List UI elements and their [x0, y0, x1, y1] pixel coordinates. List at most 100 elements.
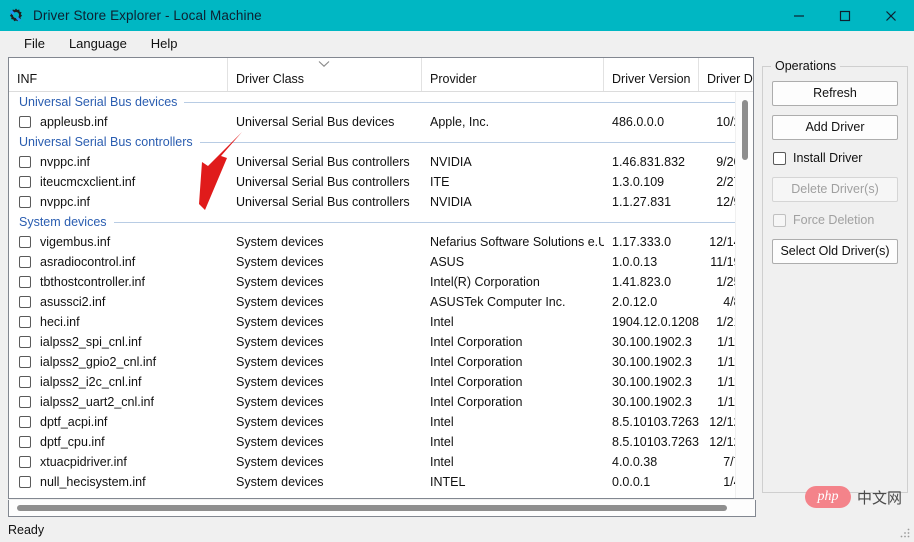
cell-driver-version: 1.0.0.13: [612, 255, 658, 269]
cell-driver-class: System devices: [236, 395, 324, 409]
menu-item-file[interactable]: File: [12, 33, 57, 54]
add-driver-button[interactable]: Add Driver: [772, 115, 898, 140]
list-group-header[interactable]: Universal Serial Bus controllers: [9, 132, 753, 152]
row-checkbox[interactable]: [19, 456, 31, 468]
cell-provider: ASUS: [430, 255, 465, 269]
row-checkbox[interactable]: [19, 236, 31, 248]
table-row[interactable]: ialpss2_gpio2_cnl.inf System devices Intel…: [9, 352, 753, 372]
install-driver-checkbox-box: [773, 151, 786, 165]
row-checkbox[interactable]: [19, 276, 31, 288]
row-checkbox[interactable]: [19, 196, 31, 208]
close-button[interactable]: [868, 0, 914, 31]
cell-driver-version: 30.100.1902.3: [612, 355, 692, 369]
row-checkbox[interactable]: [19, 416, 31, 428]
force-deletion-checkbox-box: [773, 213, 786, 227]
column-header-driver-version[interactable]: Driver Version: [604, 58, 699, 91]
table-row[interactable]: nvppc.inf Universal Serial Bus controller…: [9, 152, 753, 172]
cell-provider: Intel: [430, 455, 454, 469]
window-controls: [776, 0, 914, 31]
close-icon: [886, 10, 896, 21]
column-header-provider[interactable]: Provider: [422, 58, 604, 91]
row-checkbox[interactable]: [19, 296, 31, 308]
cell-inf-label: vigembus.inf: [40, 235, 111, 249]
table-row[interactable]: xtuacpidriver.inf System devices Intel 4.0.…: [9, 452, 753, 472]
table-row[interactable]: iteucmcxclient.inf Universal Serial Bus c…: [9, 172, 753, 192]
row-checkbox[interactable]: [19, 256, 31, 268]
table-row[interactable]: null_hecisystem.inf System devices INTEL 0.…: [9, 472, 753, 492]
cell-inf-label: appleusb.inf: [40, 115, 108, 129]
row-checkbox[interactable]: [19, 156, 31, 168]
cell-driver-class: System devices: [236, 255, 324, 269]
install-driver-checkbox[interactable]: Install Driver: [773, 149, 898, 167]
table-row[interactable]: asussci2.inf System devices ASUSTek Comput…: [9, 292, 753, 312]
horizontal-scrollbar-area: [0, 499, 914, 517]
row-checkbox[interactable]: [19, 436, 31, 448]
list-group-divider: [199, 141, 753, 143]
select-old-drivers-button[interactable]: Select Old Driver(s): [772, 239, 898, 264]
cell-driver-class: System devices: [236, 435, 324, 449]
cell-driver-class: System devices: [236, 415, 324, 429]
minimize-button[interactable]: [776, 0, 822, 31]
maximize-icon: [839, 10, 851, 21]
vertical-scrollbar[interactable]: [735, 92, 753, 498]
delete-drivers-button[interactable]: Delete Driver(s): [772, 177, 898, 202]
cell-driver-version: 4.0.0.38: [612, 455, 658, 469]
cell-inf-label: ialpss2_uart2_cnl.inf: [40, 395, 154, 409]
cell-driver-class: Universal Serial Bus controllers: [236, 175, 410, 189]
column-header-driver-class[interactable]: Driver Class: [228, 58, 422, 91]
list-group-header-label: Universal Serial Bus controllers: [19, 135, 193, 149]
cell-inf-label: dptf_cpu.inf: [40, 435, 105, 449]
cell-inf: nvppc.inf: [9, 155, 228, 169]
table-row[interactable]: appleusb.inf Universal Serial Bus devices…: [9, 112, 753, 132]
cell-inf-label: asussci2.inf: [40, 295, 106, 309]
column-header-driver-class-label: Driver Class: [236, 72, 305, 86]
cell-driver-class: System devices: [236, 455, 324, 469]
cell-provider: ASUSTek Computer Inc.: [430, 295, 566, 309]
cell-inf-label: ialpss2_i2c_cnl.inf: [40, 375, 142, 389]
resize-grip-icon[interactable]: [899, 527, 911, 539]
row-checkbox[interactable]: [19, 376, 31, 388]
cell-provider: INTEL: [430, 475, 466, 489]
list-group-header[interactable]: System devices: [9, 212, 753, 232]
horizontal-scrollbar[interactable]: [8, 499, 756, 517]
cell-inf-label: nvppc.inf: [40, 195, 91, 209]
row-checkbox[interactable]: [19, 316, 31, 328]
cell-provider: Intel: [430, 435, 454, 449]
table-row[interactable]: heci.inf System devices Intel 1904.12.0.120…: [9, 312, 753, 332]
table-row[interactable]: vigembus.inf System devices Nefarius Softw…: [9, 232, 753, 252]
column-header-driver-version-label: Driver Version: [612, 72, 691, 86]
row-checkbox[interactable]: [19, 336, 31, 348]
list-group-header[interactable]: Universal Serial Bus devices: [9, 92, 753, 112]
table-row[interactable]: dptf_cpu.inf System devices Intel 8.5.10103…: [9, 432, 753, 452]
vertical-scrollbar-thumb[interactable]: [742, 100, 748, 160]
table-row[interactable]: nvppc.inf Universal Serial Bus controller…: [9, 192, 753, 212]
row-checkbox[interactable]: [19, 356, 31, 368]
force-deletion-checkbox[interactable]: Force Deletion: [773, 211, 898, 229]
menu-item-language[interactable]: Language: [57, 33, 139, 54]
column-header-inf[interactable]: INF: [9, 58, 228, 91]
cell-inf: ialpss2_i2c_cnl.inf: [9, 375, 228, 389]
row-checkbox[interactable]: [19, 116, 31, 128]
table-row[interactable]: ialpss2_uart2_cnl.inf System devices Intel…: [9, 392, 753, 412]
table-row[interactable]: tbthostcontroller.inf System devices Intel…: [9, 272, 753, 292]
cell-provider: Intel Corporation: [430, 355, 523, 369]
maximize-button[interactable]: [822, 0, 868, 31]
horizontal-scrollbar-thumb[interactable]: [17, 504, 727, 511]
cell-provider: Intel Corporation: [430, 395, 523, 409]
cell-driver-class: System devices: [236, 235, 324, 249]
install-driver-label: Install Driver: [793, 151, 863, 165]
table-row[interactable]: dptf_acpi.inf System devices Intel 8.5.1010…: [9, 412, 753, 432]
cell-driver-version: 1.1.27.831: [612, 195, 672, 209]
menu-item-help[interactable]: Help: [139, 33, 190, 54]
cell-inf: ialpss2_uart2_cnl.inf: [9, 395, 228, 409]
row-checkbox[interactable]: [19, 396, 31, 408]
refresh-button[interactable]: Refresh: [772, 81, 898, 106]
table-row[interactable]: ialpss2_i2c_cnl.inf System devices Intel C…: [9, 372, 753, 392]
row-checkbox[interactable]: [19, 476, 31, 488]
table-row[interactable]: ialpss2_spi_cnl.inf System devices Intel C…: [9, 332, 753, 352]
column-header-driver-date[interactable]: Driver D: [699, 58, 753, 91]
gear-icon: [9, 7, 23, 22]
row-checkbox[interactable]: [19, 176, 31, 188]
table-row[interactable]: asradiocontrol.inf System devices ASUS 1.0.…: [9, 252, 753, 272]
cell-inf: xtuacpidriver.inf: [9, 455, 228, 469]
